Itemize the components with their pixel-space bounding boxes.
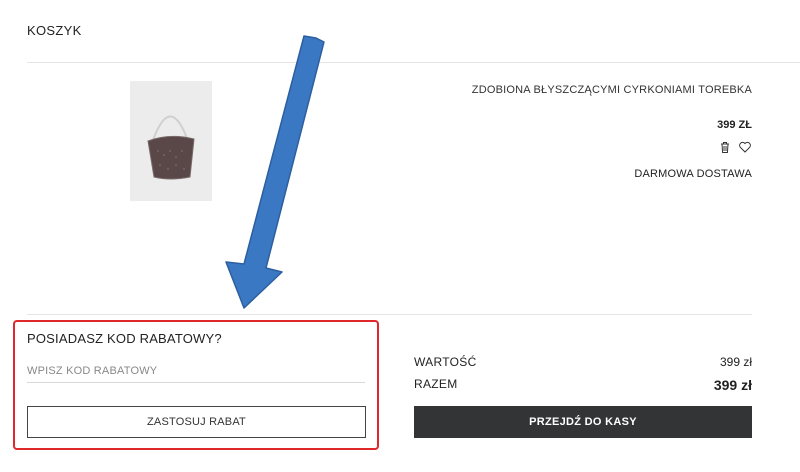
page-title: KOSZYK — [27, 23, 82, 38]
handbag-illustration — [147, 115, 195, 180]
summary-value-amount: 399 zł — [719, 355, 752, 369]
top-divider — [27, 62, 800, 63]
heart-icon[interactable] — [738, 140, 752, 154]
product-actions — [718, 140, 752, 154]
shipping-info: DARMOWA DOSTAWA — [634, 168, 752, 180]
trash-icon[interactable] — [718, 140, 732, 154]
summary-total-amount: 399 zł — [713, 377, 752, 393]
apply-discount-button[interactable]: ZASTOSUJ RABAT — [27, 406, 366, 438]
product-name[interactable]: ZDOBIONA BŁYSZCZĄCYMI CYRKONIAMI TOREBKA — [472, 84, 752, 96]
product-image[interactable] — [130, 81, 212, 201]
discount-title: POSIADASZ KOD RABATOWY? — [27, 331, 222, 346]
product-price: 399 ZŁ — [717, 119, 752, 131]
summary-value-label: WARTOŚĆ — [414, 355, 477, 369]
summary-total-row: RAZEM 399 zł — [414, 377, 752, 393]
checkout-button[interactable]: PRZEJDŹ DO KASY — [414, 406, 752, 438]
discount-code-input[interactable] — [27, 360, 365, 383]
summary-total-label: RAZEM — [414, 377, 458, 391]
summary-value-row: WARTOŚĆ 399 zł — [414, 355, 752, 369]
mid-divider — [27, 314, 752, 315]
